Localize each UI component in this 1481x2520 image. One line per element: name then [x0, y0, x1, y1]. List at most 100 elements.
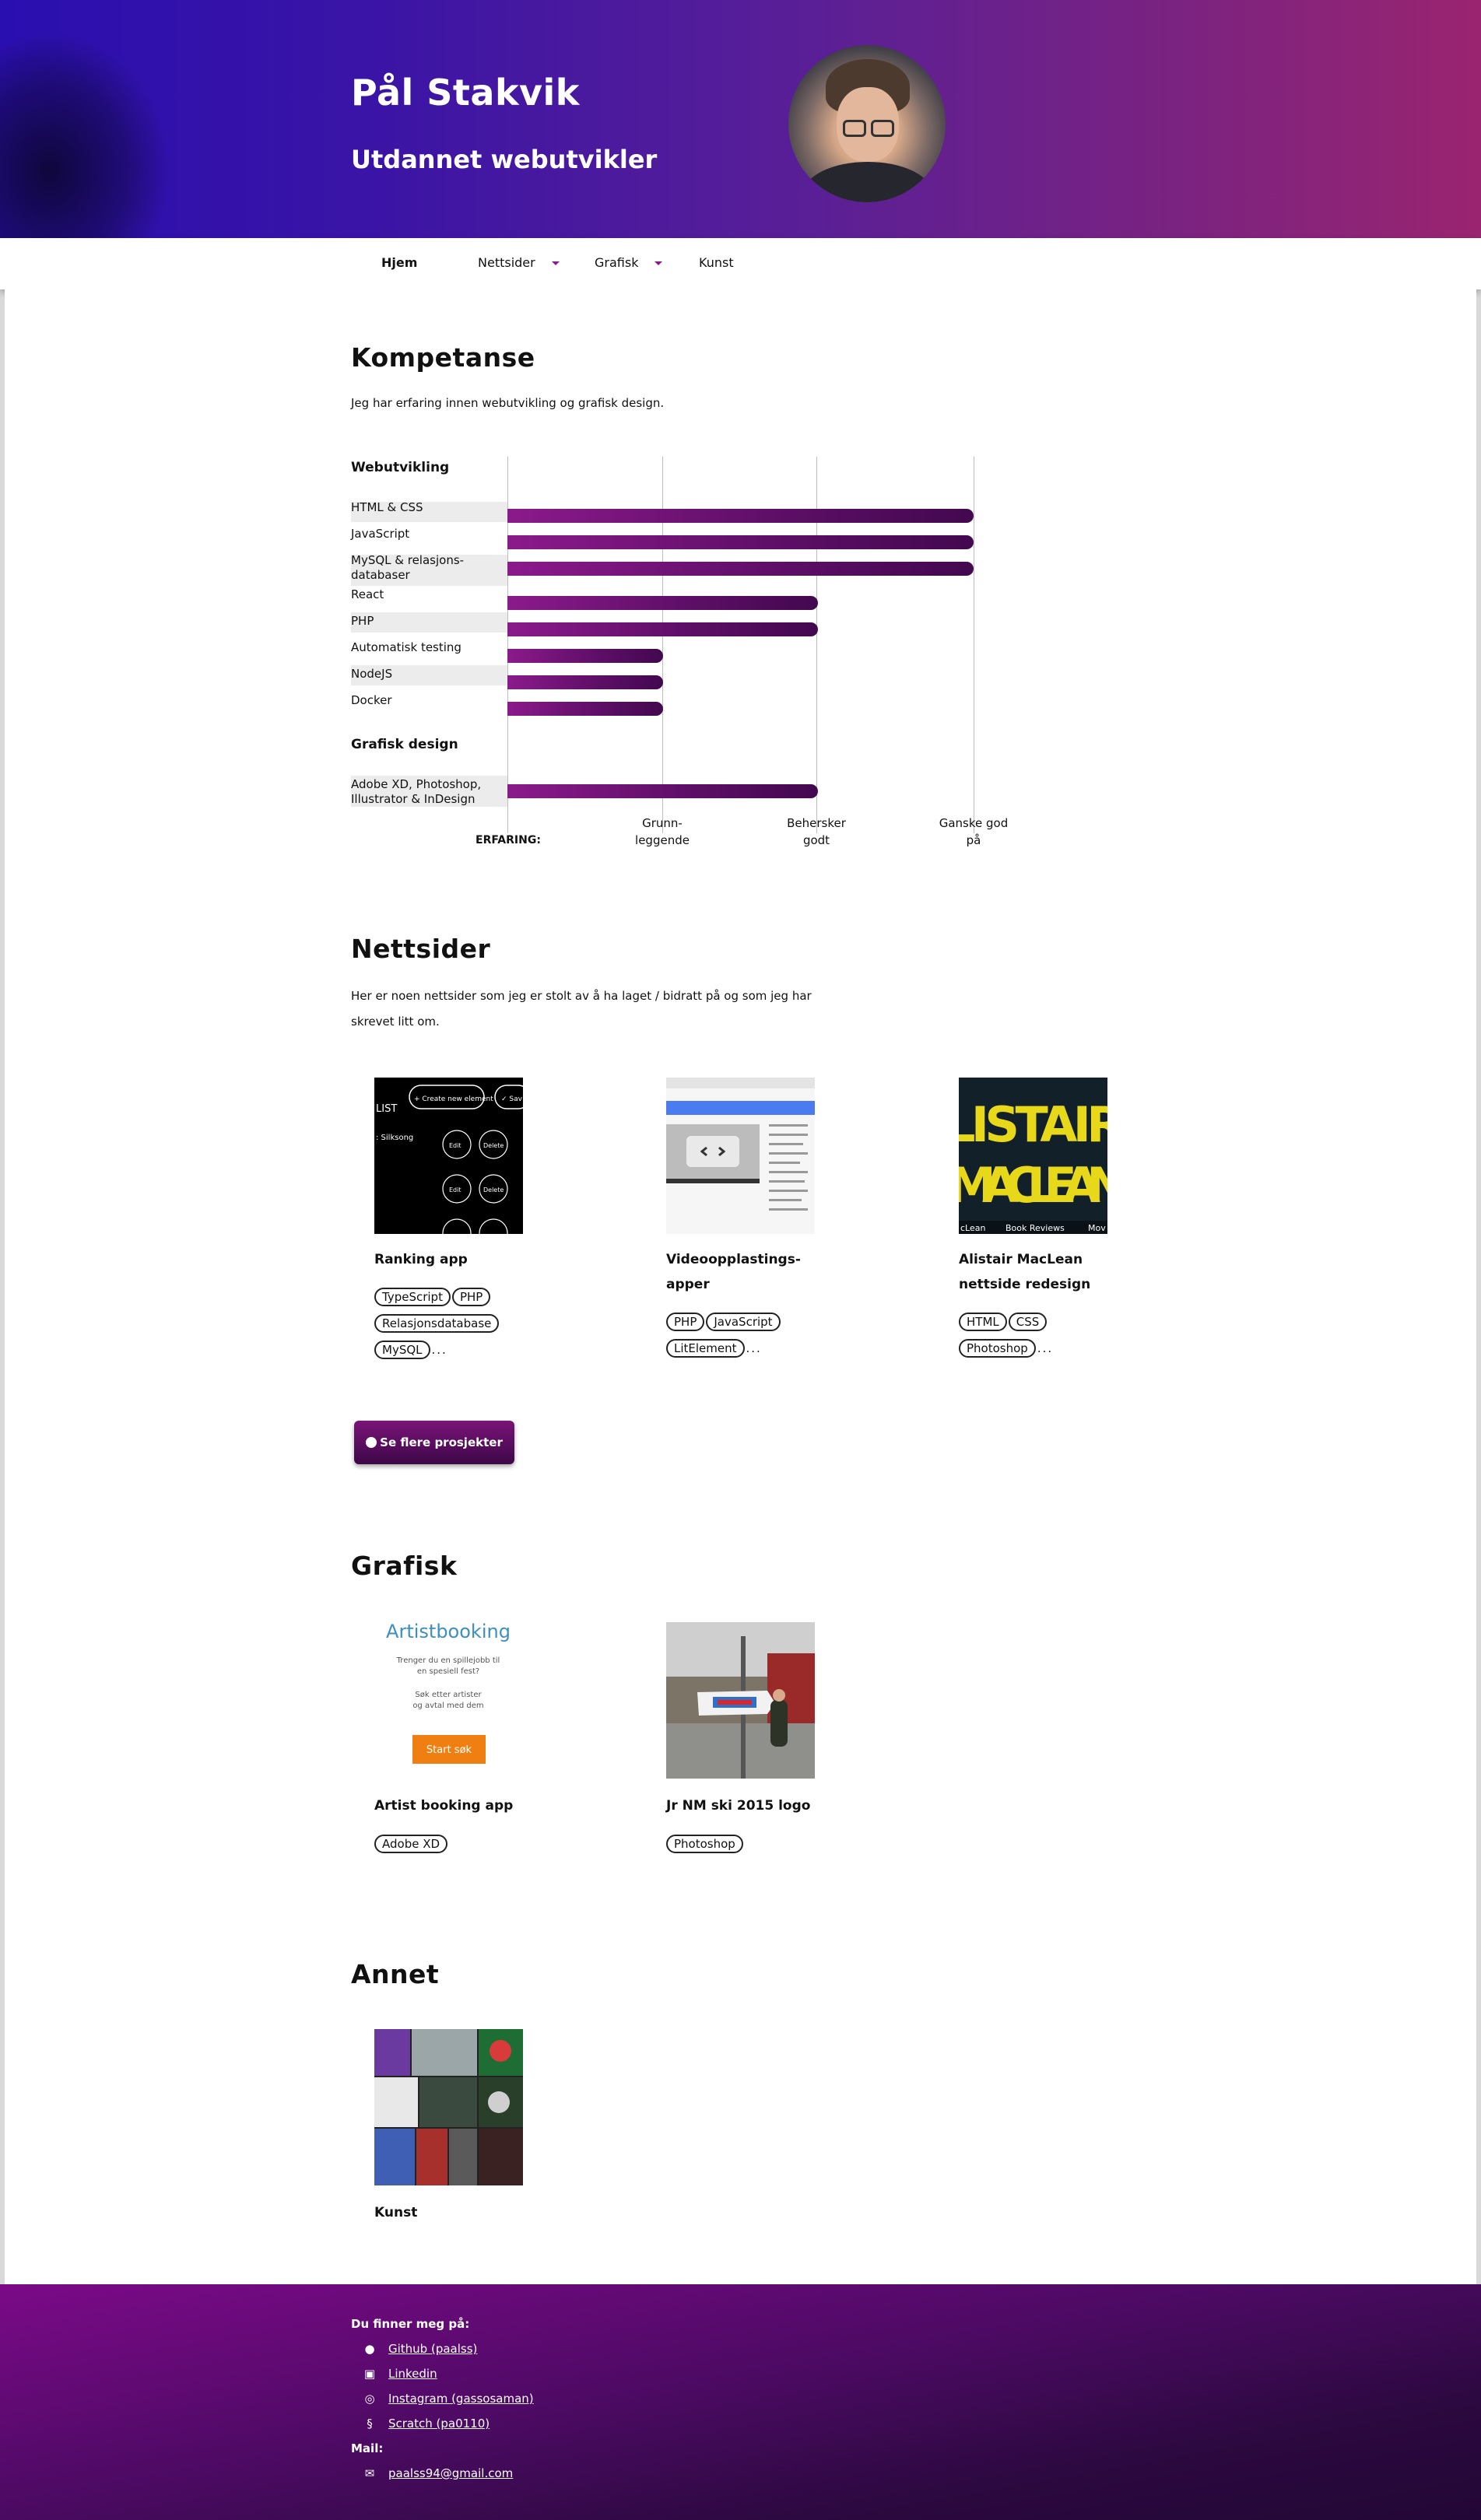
avatar-glasses-left — [843, 120, 866, 137]
project-title-ranking-app[interactable]: Ranking app — [374, 1247, 553, 1272]
thumb-video-device — [686, 1136, 739, 1167]
chart-bar — [507, 622, 818, 636]
skill-label-docker: Docker — [351, 693, 392, 707]
thumb-text-line — [769, 1134, 808, 1136]
axis-tick-line: Behersker — [787, 816, 846, 830]
nav-item-hjem[interactable]: Hjem — [381, 255, 417, 270]
footer-link-linkedin[interactable]: Linkedin — [388, 2367, 437, 2381]
more-projects-label: Se flere prosjekter — [380, 1435, 503, 1449]
title-line: Alistair MacLean — [959, 1252, 1083, 1267]
skill-label-nodejs: NodeJS — [351, 667, 393, 681]
nav-item-nettsider[interactable]: Nettsider — [478, 255, 535, 270]
chart-bar — [507, 649, 663, 663]
collage-tile — [412, 2029, 477, 2076]
photo-person — [770, 1700, 788, 1747]
thumb-text: Delete — [483, 1186, 504, 1193]
nav-item-kunst[interactable]: Kunst — [699, 255, 734, 270]
tag: CSS — [1008, 1313, 1048, 1331]
more-tags-indicator: ... — [431, 1343, 447, 1357]
chevron-down-icon[interactable] — [655, 261, 662, 265]
thumb-app-bar — [666, 1101, 815, 1115]
thumb-text-line — [769, 1171, 808, 1173]
thumb-text: LIST — [376, 1103, 397, 1115]
collage-tile — [488, 2091, 510, 2113]
hero-role: Utdannet webutvikler — [351, 145, 658, 174]
tag: Adobe XD — [374, 1835, 448, 1853]
chart-group-grafisk-design: Grafisk design — [351, 737, 458, 752]
thumb-text: Delete — [483, 1142, 504, 1149]
main-nav: Hjem Nettsider Grafisk Kunst — [0, 238, 1481, 289]
axis-tick-line: godt — [802, 833, 830, 847]
skill-label-javascript: JavaScript — [351, 527, 410, 541]
thumb-text: ✓ Sav — [501, 1095, 523, 1103]
project-title-jr-nm-ski[interactable]: Jr NM ski 2015 logo — [666, 1793, 845, 1818]
project-title-artist-booking[interactable]: Artist booking app — [374, 1793, 553, 1818]
thumb-text: MACLEAN — [959, 1157, 1107, 1214]
skill-label-react: React — [351, 587, 384, 601]
photo-logo-red — [718, 1700, 752, 1705]
tag: LitElement — [666, 1339, 745, 1358]
axis-tick-line: på — [966, 833, 981, 847]
thumb-text-line — [769, 1152, 808, 1155]
video-app-thumbnail[interactable] — [666, 1078, 815, 1234]
section-title-nettsider: Nettsider — [351, 934, 491, 964]
thumb-text-line — [769, 1162, 800, 1164]
tag: Relasjonsdatabase — [374, 1314, 500, 1333]
axis-tick-line: Ganske god — [939, 816, 1009, 830]
collage-tile — [479, 2129, 523, 2185]
ranking-app-thumbnail[interactable]: LIST + Create new element ✓ Sav : Silkso… — [374, 1078, 523, 1234]
artist-booking-thumbnail[interactable]: Artistbooking Trenger du en spillejobb t… — [374, 1622, 523, 1779]
thumb-text: : Silksong — [376, 1134, 413, 1142]
tag: Photoshop — [959, 1339, 1036, 1358]
collage-tile — [449, 2129, 477, 2185]
thumb-text: Book Reviews — [1005, 1223, 1065, 1233]
axis-tick-grunnleggende: Grunn- leggende — [616, 815, 709, 849]
chart-bar — [507, 596, 818, 610]
thumb-text: Edit — [449, 1142, 461, 1149]
section-title-kompetanse: Kompetanse — [351, 342, 535, 373]
chart-group-webutvikling: Webutvikling — [351, 460, 450, 475]
chart-bar — [507, 675, 663, 689]
thumb-text: LISTAIR — [959, 1096, 1107, 1153]
footer-link-scratch[interactable]: Scratch (pa0110) — [388, 2417, 490, 2431]
more-projects-button[interactable]: Se flere prosjekter — [354, 1421, 514, 1464]
collage-tile — [490, 2040, 511, 2062]
kunst-thumbnail[interactable] — [374, 2029, 523, 2185]
skill-label-php: PHP — [351, 614, 374, 628]
thumb-text: Mov — [1088, 1223, 1106, 1233]
hero-brush-texture — [0, 31, 171, 238]
tag: JavaScript — [706, 1313, 781, 1331]
github-icon: ● — [364, 2342, 375, 2356]
axis-tick-line: Grunn- — [642, 816, 683, 830]
project-title-kunst[interactable]: Kunst — [374, 2200, 553, 2225]
alistair-maclean-thumbnail[interactable]: LISTAIR MACLEAN cLean Book Reviews Mov — [959, 1078, 1107, 1234]
thumb-text-line — [769, 1199, 802, 1201]
collage-tile — [374, 2129, 415, 2185]
jr-nm-ski-thumbnail[interactable] — [666, 1622, 815, 1779]
footer-find-me-heading: Du finner meg på: — [351, 2317, 470, 2331]
thumb-circle — [479, 1218, 508, 1234]
skill-label-html-css: HTML & CSS — [351, 500, 423, 514]
footer-mail-heading: Mail: — [351, 2441, 384, 2455]
chart-bar — [507, 702, 663, 716]
footer-link-github[interactable]: Github (paalss) — [388, 2342, 477, 2356]
kunst-collage — [374, 2029, 523, 2185]
thumb-video-controls — [666, 1179, 760, 1183]
avatar-glasses-right — [871, 120, 894, 137]
thumb-text: cLean — [960, 1223, 985, 1233]
project-title-alistair-maclean[interactable]: Alistair MacLean nettside redesign — [959, 1247, 1138, 1297]
footer-link-mail[interactable]: paalss94@gmail.com — [388, 2466, 513, 2480]
footer-link-instagram[interactable]: Instagram (gassosaman) — [388, 2392, 534, 2406]
chevron-down-icon[interactable] — [552, 261, 560, 265]
skill-label-line: Adobe XD, Photoshop, — [351, 777, 482, 791]
chart-bar — [507, 784, 818, 798]
skill-label-mysql: MySQL & relasjons- databaser — [351, 553, 464, 583]
project-title-videoopplasting[interactable]: Videoopplastings- apper — [666, 1247, 845, 1297]
footer: Du finner meg på: ● Github (paalss) ▣ Li… — [0, 2284, 1481, 2520]
nav-item-grafisk[interactable]: Grafisk — [595, 255, 638, 270]
collage-tile — [416, 2129, 447, 2185]
scratch-icon: § — [367, 2417, 373, 2431]
skill-label-line: databaser — [351, 568, 410, 582]
skill-label-testing: Automatisk testing — [351, 640, 461, 654]
linkedin-icon: ▣ — [363, 2367, 376, 2381]
